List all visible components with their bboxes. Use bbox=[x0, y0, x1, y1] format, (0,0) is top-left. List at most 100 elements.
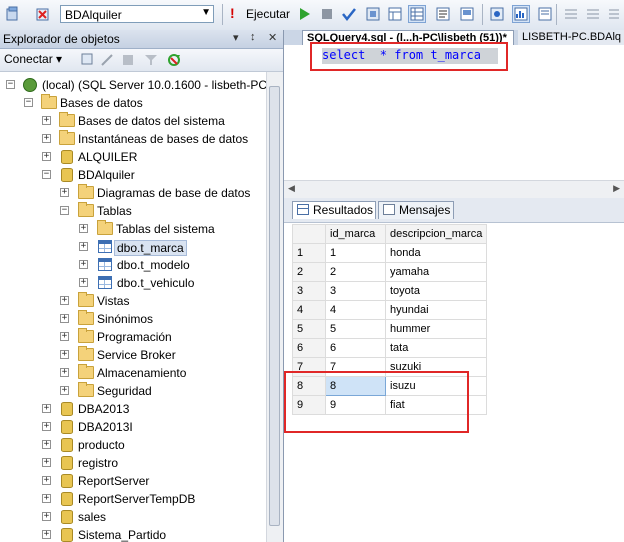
stop-icon[interactable] bbox=[121, 53, 135, 67]
tree-node-db-alquiler[interactable]: + ALQUILER bbox=[0, 148, 266, 166]
include-plan-icon[interactable] bbox=[488, 5, 506, 23]
cell-descripcion[interactable]: yamaha bbox=[384, 262, 488, 282]
scroll-left-icon[interactable]: ◀ bbox=[288, 183, 295, 194]
tree-node-db-bdalquiler[interactable]: − BDAlquiler bbox=[0, 166, 266, 184]
row-number[interactable]: 4 bbox=[292, 300, 326, 320]
expand-icon[interactable]: + bbox=[60, 332, 69, 341]
close-icon[interactable]: ✕ bbox=[268, 31, 277, 44]
column-header[interactable]: descripcion_marca bbox=[384, 224, 488, 244]
expand-icon[interactable]: + bbox=[42, 476, 51, 485]
expand-icon[interactable]: + bbox=[42, 134, 51, 143]
cell-id-marca[interactable]: 5 bbox=[325, 319, 386, 339]
connect-icon[interactable] bbox=[4, 5, 22, 23]
execute-button[interactable]: ! Ejecutar bbox=[228, 5, 306, 23]
expand-icon[interactable]: + bbox=[60, 350, 69, 359]
table-row[interactable]: 2 2 yamaha bbox=[292, 262, 488, 282]
results-to-grid-icon[interactable] bbox=[408, 5, 426, 23]
tree-node-database[interactable]: + DBA2013 bbox=[0, 400, 266, 418]
query-designer-icon[interactable] bbox=[386, 5, 404, 23]
tree-node-table-vehiculo[interactable]: + dbo.t_vehiculo bbox=[0, 274, 266, 292]
expand-icon[interactable]: + bbox=[42, 422, 51, 431]
tree-node-storage[interactable]: + Almacenamiento bbox=[0, 364, 266, 382]
tree-node-database[interactable]: + Sistema_Partido bbox=[0, 526, 266, 542]
parse-check-icon[interactable] bbox=[340, 5, 358, 23]
row-number[interactable]: 2 bbox=[292, 262, 326, 282]
expand-icon[interactable]: + bbox=[60, 296, 69, 305]
column-header[interactable]: id_marca bbox=[325, 224, 386, 244]
table-row[interactable]: 5 5 hummer bbox=[292, 319, 488, 339]
collapse-icon[interactable]: − bbox=[24, 98, 33, 107]
table-row[interactable]: 3 3 toyota bbox=[292, 281, 488, 301]
cell-descripcion[interactable]: toyota bbox=[384, 281, 488, 301]
tree-node-snapshots[interactable]: + Instantáneas de bases de datos bbox=[0, 130, 266, 148]
tab-table-design[interactable]: LISBETH-PC.BDAlq bbox=[518, 30, 624, 45]
expand-icon[interactable]: + bbox=[42, 152, 51, 161]
change-connection-icon[interactable] bbox=[34, 5, 52, 23]
row-number[interactable]: 3 bbox=[292, 281, 326, 301]
tab-results[interactable]: Resultados bbox=[292, 201, 376, 219]
row-number[interactable]: 5 bbox=[292, 319, 326, 339]
tree-node-security[interactable]: + Seguridad bbox=[0, 382, 266, 400]
tree-node-database[interactable]: + producto bbox=[0, 436, 266, 454]
tree-node-table-modelo[interactable]: + dbo.t_modelo bbox=[0, 256, 266, 274]
expand-icon[interactable]: + bbox=[42, 530, 51, 539]
expand-icon[interactable]: + bbox=[60, 386, 69, 395]
indent-icon[interactable] bbox=[604, 5, 622, 23]
tree-node-system-tables[interactable]: + Tablas del sistema bbox=[0, 220, 266, 238]
tab-messages[interactable]: Mensajes bbox=[378, 201, 454, 219]
pin-icon[interactable]: ↕ bbox=[250, 31, 256, 43]
cell-descripcion[interactable]: honda bbox=[384, 243, 488, 263]
filter-icon[interactable] bbox=[144, 53, 158, 67]
expand-icon[interactable]: + bbox=[42, 512, 51, 521]
tree-node-programming[interactable]: + Programación bbox=[0, 328, 266, 346]
connect-server-icon[interactable] bbox=[80, 52, 94, 66]
display-plan-icon[interactable] bbox=[364, 5, 382, 23]
table-row[interactable]: 4 4 hyundai bbox=[292, 300, 488, 320]
tree-node-synonyms[interactable]: + Sinónimos bbox=[0, 310, 266, 328]
expand-icon[interactable]: + bbox=[60, 188, 69, 197]
expand-icon[interactable]: + bbox=[42, 116, 51, 125]
row-number[interactable]: 1 bbox=[292, 243, 326, 263]
collapse-icon[interactable]: − bbox=[60, 206, 69, 215]
tree-node-service-broker[interactable]: + Service Broker bbox=[0, 346, 266, 364]
tree-node-views[interactable]: + Vistas bbox=[0, 292, 266, 310]
tree-node-system-databases[interactable]: + Bases de datos del sistema bbox=[0, 112, 266, 130]
cell-id-marca[interactable]: 2 bbox=[325, 262, 386, 282]
expand-icon[interactable]: + bbox=[79, 278, 88, 287]
expand-icon[interactable]: + bbox=[79, 260, 88, 269]
database-select[interactable]: BDAlquiler ▼ bbox=[60, 5, 214, 23]
tree-node-table-marca[interactable]: + dbo.t_marca bbox=[0, 238, 266, 256]
tree-node-database[interactable]: + ReportServer bbox=[0, 472, 266, 490]
expand-icon[interactable]: + bbox=[42, 440, 51, 449]
expand-icon[interactable]: + bbox=[60, 314, 69, 323]
dropdown-arrow-icon[interactable]: ▾ bbox=[233, 31, 239, 44]
tree-node-database[interactable]: + DBA2013I bbox=[0, 418, 266, 436]
stop-icon[interactable] bbox=[318, 5, 336, 23]
collapse-icon[interactable]: − bbox=[42, 170, 51, 179]
tree-node-databases[interactable]: − Bases de datos bbox=[0, 94, 266, 112]
cell-id-marca[interactable]: 1 bbox=[325, 243, 386, 263]
tree-node-database[interactable]: + registro bbox=[0, 454, 266, 472]
cell-descripcion[interactable]: hyundai bbox=[384, 300, 488, 320]
editor-horizontal-scrollbar[interactable]: ◀ ▶ bbox=[284, 180, 624, 198]
explorer-scrollbar[interactable] bbox=[266, 72, 283, 542]
comment-icon[interactable] bbox=[562, 5, 580, 23]
tree-node-diagrams[interactable]: + Diagramas de base de datos bbox=[0, 184, 266, 202]
table-row[interactable]: 6 6 tata bbox=[292, 338, 488, 358]
tree-node-database[interactable]: + ReportServerTempDB bbox=[0, 490, 266, 508]
cell-id-marca[interactable]: 6 bbox=[325, 338, 386, 358]
results-to-file-icon[interactable] bbox=[458, 5, 476, 23]
cell-id-marca[interactable]: 3 bbox=[325, 281, 386, 301]
tree-node-tables[interactable]: − Tablas bbox=[0, 202, 266, 220]
cell-descripcion[interactable]: hummer bbox=[384, 319, 488, 339]
disconnect-icon[interactable] bbox=[100, 53, 114, 67]
tree-node-database[interactable]: + sales bbox=[0, 508, 266, 526]
scroll-right-icon[interactable]: ▶ bbox=[613, 183, 620, 194]
connect-button[interactable]: Conectar ▾ bbox=[4, 52, 62, 66]
collapse-icon[interactable]: − bbox=[6, 80, 15, 89]
tree-node-server[interactable]: − (local) (SQL Server 10.0.1600 - lisbet… bbox=[0, 76, 266, 94]
debug-play-icon[interactable] bbox=[296, 5, 314, 23]
table-row[interactable]: 1 1 honda bbox=[292, 243, 488, 263]
refresh-icon[interactable] bbox=[166, 52, 182, 68]
expand-icon[interactable]: + bbox=[79, 224, 88, 233]
